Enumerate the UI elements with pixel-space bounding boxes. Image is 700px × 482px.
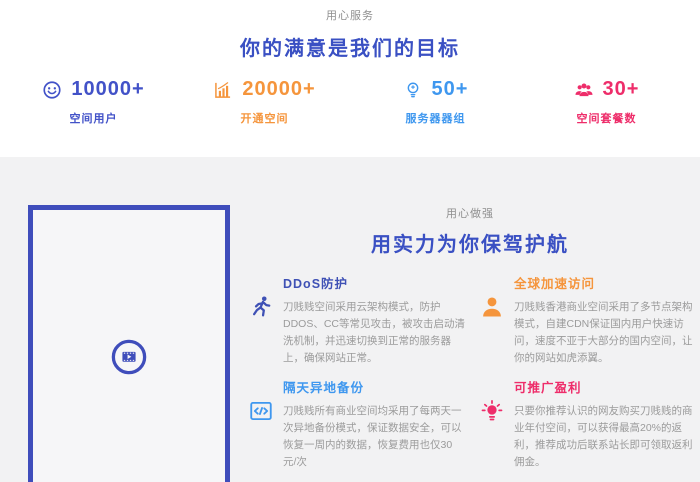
feature-title: 隔天异地备份 xyxy=(283,377,465,396)
strength-title: 用实力为你保驾护航 xyxy=(250,228,690,257)
feature-referral: 可推广盈利 只要你推荐认识的网友购买刀贱贱的商业年付空间，可以获得最高20%的返… xyxy=(479,377,696,471)
stat-value: 30+ xyxy=(603,78,640,101)
stat-value: 10000+ xyxy=(71,78,144,101)
stat-label: 服务器器组 xyxy=(350,110,521,126)
stat-label: 空间用户 xyxy=(8,110,179,126)
feature-text: 刀贱贱所有商业空间均采用了每两天一次异地备份模式，保证数据安全，可以恢复一周内的… xyxy=(283,403,465,471)
strength-eyebrow: 用心做强 xyxy=(250,205,690,221)
stat-label: 空间套餐数 xyxy=(521,110,692,126)
code-window-icon xyxy=(248,398,274,471)
feature-backup: 隔天异地备份 刀贱贱所有商业空间均采用了每两天一次异地备份模式，保证数据安全，可… xyxy=(248,377,465,471)
stat-server-groups: 50+ 服务器器组 xyxy=(350,78,521,126)
feature-text: 刀贱贱香港商业空间采用了多节点架构模式，自建CDN保证国内用户快速访问，速度不亚… xyxy=(514,299,696,367)
stats-row: 10000+ 空间用户 20000+ 开通空间 xyxy=(0,78,700,126)
feature-title: DDoS防护 xyxy=(283,273,465,292)
lightbulb-rays-icon xyxy=(479,398,505,471)
bar-chart-icon xyxy=(213,80,233,100)
feature-ddos: DDoS防护 刀贱贱空间采用云架构模式，防护DDOS、CC等常见攻击，被攻击启动… xyxy=(248,273,465,367)
running-man-icon xyxy=(248,294,274,367)
feature-global-speed: 全球加速访问 刀贱贱香港商业空间采用了多节点架构模式，自建CDN保证国内用户快速… xyxy=(479,273,696,367)
feature-text: 刀贱贱空间采用云架构模式，防护DDOS、CC等常见攻击，被攻击启动清洗机制，并迅… xyxy=(283,299,465,367)
feature-title: 可推广盈利 xyxy=(514,377,696,396)
service-section: 用心服务 你的满意是我们的目标 10000+ 空间用户 xyxy=(0,0,700,157)
service-eyebrow: 用心服务 xyxy=(0,7,700,23)
stat-packages: 30+ 空间套餐数 xyxy=(521,78,692,126)
stat-value: 50+ xyxy=(432,78,469,101)
stat-space-users: 10000+ 空间用户 xyxy=(8,78,179,126)
group-icon xyxy=(574,80,594,100)
feature-title: 全球加速访问 xyxy=(514,273,696,292)
stat-value: 20000+ xyxy=(242,78,315,101)
lightbulb-icon xyxy=(403,80,423,100)
features-grid: DDoS防护 刀贱贱空间采用云架构模式，防护DDOS、CC等常见攻击，被攻击启动… xyxy=(248,273,696,482)
strength-header: 用心做强 用实力为你保驾护航 xyxy=(250,205,690,257)
stat-label: 开通空间 xyxy=(179,110,350,126)
strength-section: 用心做强 用实力为你保驾护航 DDoS防护 刀贱贱空间采用云架构模式，防护DDO… xyxy=(0,157,700,482)
person-icon xyxy=(479,294,505,367)
image-placeholder-frame xyxy=(28,205,230,482)
stat-opened-spaces: 20000+ 开通空间 xyxy=(179,78,350,126)
video-placeholder-icon xyxy=(111,339,148,376)
service-title: 你的满意是我们的目标 xyxy=(0,32,700,61)
smiley-icon xyxy=(42,80,62,100)
feature-text: 只要你推荐认识的网友购买刀贱贱的商业年付空间，可以获得最高20%的返利，推荐成功… xyxy=(514,403,696,471)
